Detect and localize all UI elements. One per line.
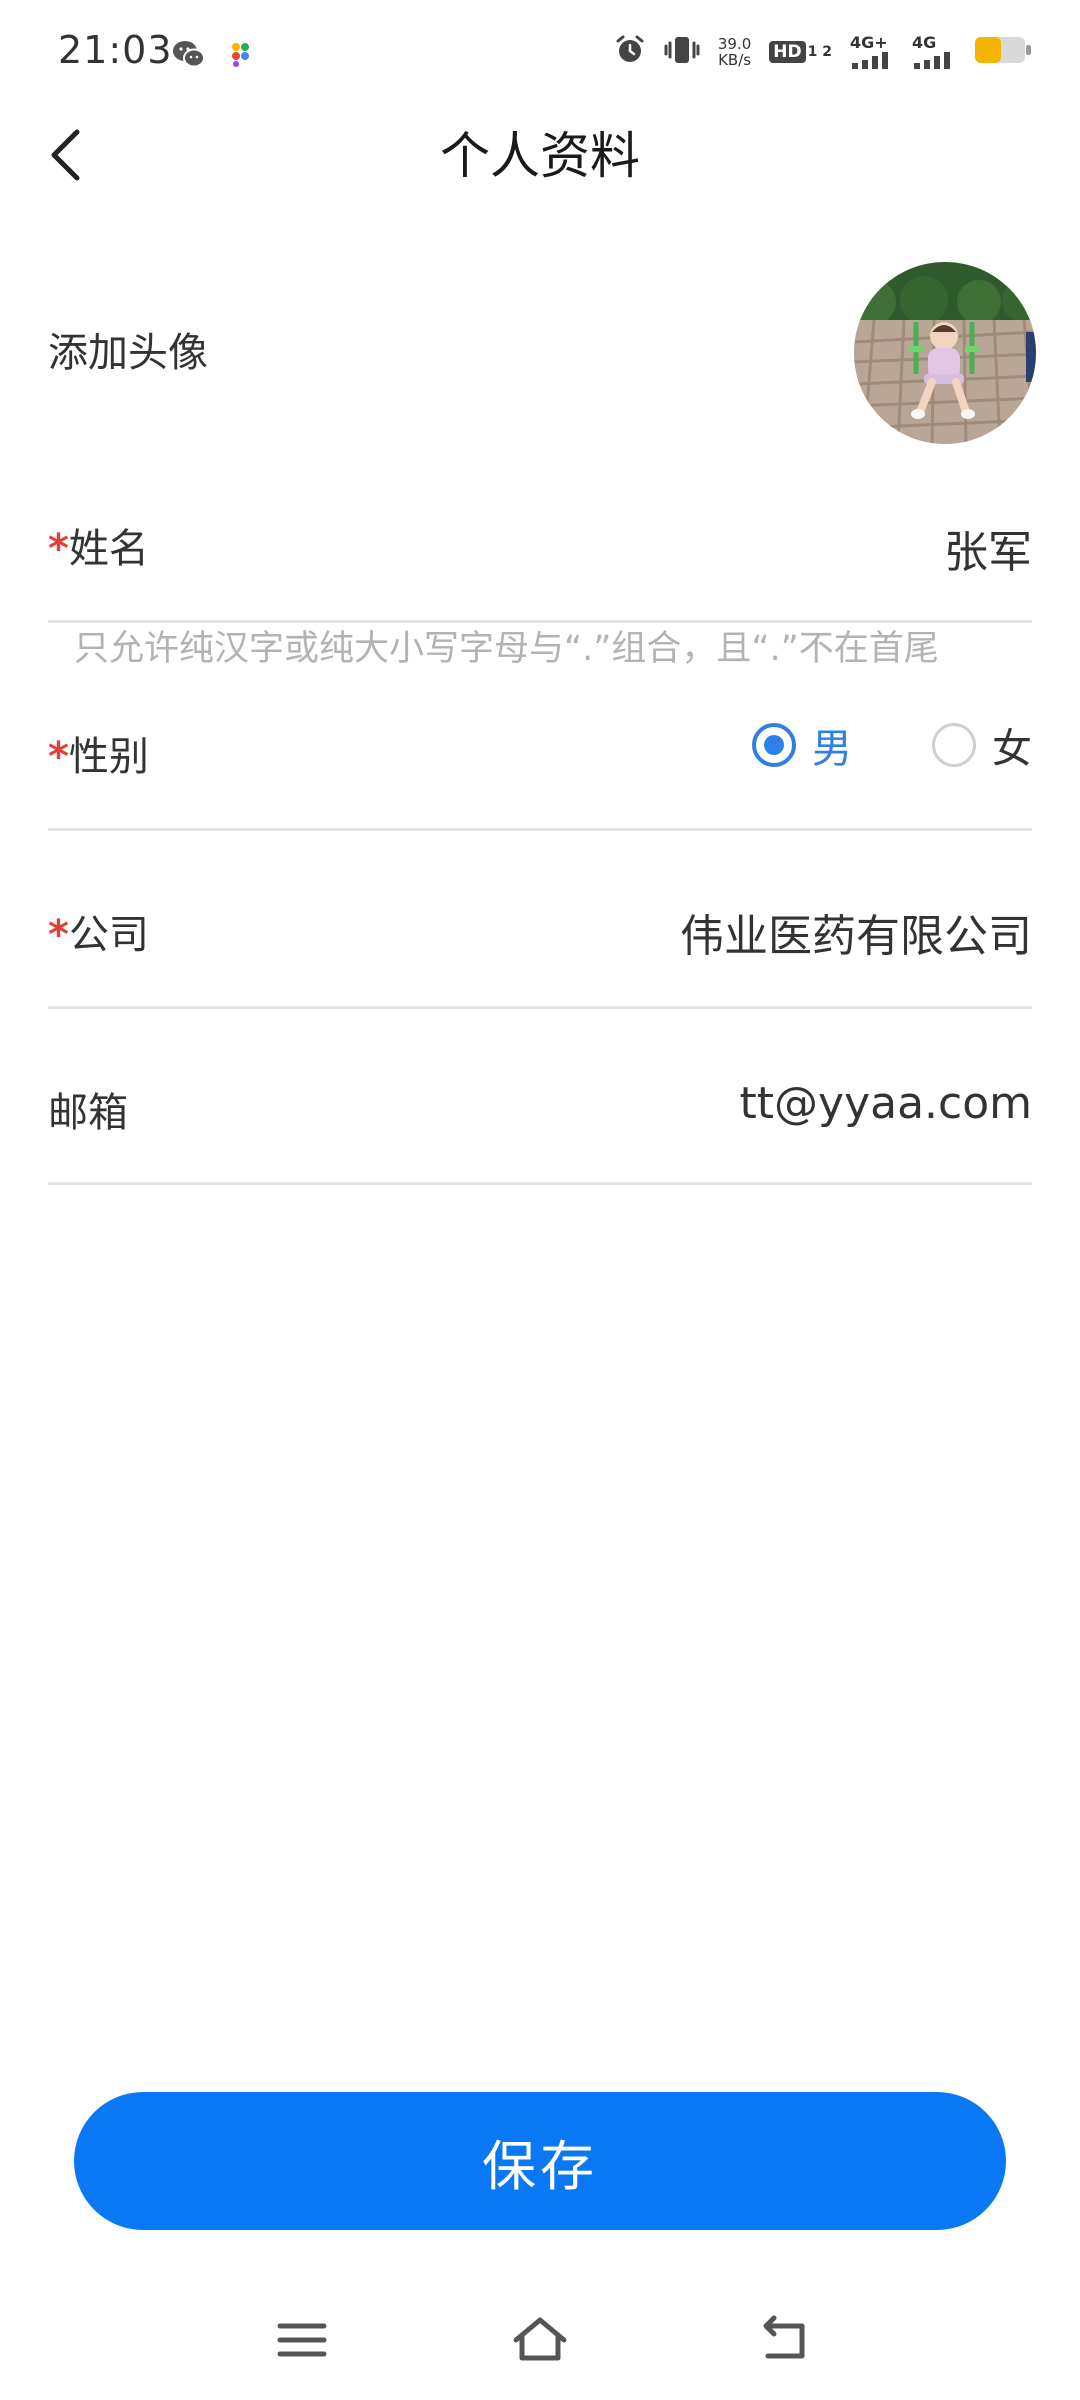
signal-1-indicator: 4G+	[850, 35, 894, 69]
name-field[interactable]: 张军	[944, 516, 1032, 580]
required-mark: *	[48, 734, 69, 780]
gender-option-male[interactable]: 男	[752, 716, 852, 774]
battery-icon	[974, 35, 1032, 69]
net-speed-value: 39.0	[717, 35, 752, 53]
menu-icon	[277, 2323, 327, 2357]
vibrate-icon	[664, 34, 700, 70]
back-nav-button[interactable]	[754, 2310, 814, 2370]
app-color-icon	[228, 40, 254, 72]
required-mark: *	[48, 526, 69, 572]
signal-1-label: 4G+	[850, 33, 888, 52]
avatar-photo	[854, 262, 1036, 444]
company-field[interactable]: 伟业医药有限公司	[680, 900, 1032, 964]
gender-label: *性别	[48, 724, 149, 782]
required-mark: *	[48, 912, 69, 958]
net-speed-indicator: 39.0 KB/s	[718, 36, 751, 68]
signal-bars-icon	[852, 52, 888, 69]
gender-option-female[interactable]: 女	[932, 716, 1032, 774]
gender-radio-group: 男 女	[752, 716, 1032, 774]
menu-button[interactable]	[272, 2310, 332, 2370]
wechat-icon	[172, 40, 206, 72]
status-bar: 21:03 39.0 KB/s HD 1 2 4G+ 4G	[0, 0, 1080, 110]
gender-option-male-label: 男	[812, 726, 852, 772]
avatar-label: 添加头像	[48, 330, 208, 376]
radio-checked-icon[interactable]	[752, 723, 796, 767]
page-title: 个人资料	[440, 127, 640, 185]
email-label: 邮箱	[48, 1090, 128, 1136]
name-label: *姓名	[48, 516, 149, 574]
avatar[interactable]	[854, 262, 1036, 444]
hd-label: HD	[769, 41, 806, 63]
status-time: 21:03	[58, 28, 173, 72]
back-nav-icon	[763, 2315, 805, 2359]
signal-2-indicator: 4G	[912, 35, 956, 69]
divider	[48, 1006, 1032, 1009]
company-label: *公司	[48, 902, 149, 960]
gender-option-female-label: 女	[992, 726, 1032, 772]
divider	[48, 828, 1032, 831]
alarm-icon	[614, 34, 646, 70]
email-field[interactable]: tt@yyaa.com	[740, 1078, 1032, 1129]
system-nav-bar	[0, 2290, 1080, 2380]
home-button[interactable]	[510, 2310, 570, 2370]
status-left-icons	[172, 40, 254, 72]
sim-slots: 1 2	[807, 44, 832, 60]
name-hint: 只允许纯汉字或纯大小写字母与“.”组合，且“.”不在首尾	[74, 629, 939, 669]
net-speed-unit: KB/s	[718, 51, 752, 69]
company-label-text: 公司	[68, 912, 149, 958]
home-icon	[513, 2317, 567, 2361]
signal-bars-icon	[914, 52, 950, 69]
divider	[48, 1182, 1032, 1185]
status-right-icons: 39.0 KB/s HD 1 2 4G+ 4G	[614, 34, 1032, 70]
gender-label-text: 性别	[68, 734, 149, 780]
save-button[interactable]: 保存	[74, 2092, 1006, 2230]
name-label-text: 姓名	[68, 526, 149, 572]
signal-2-label: 4G	[912, 33, 937, 52]
hd-badge: HD 1 2	[769, 41, 832, 63]
radio-unchecked-icon[interactable]	[932, 723, 976, 767]
